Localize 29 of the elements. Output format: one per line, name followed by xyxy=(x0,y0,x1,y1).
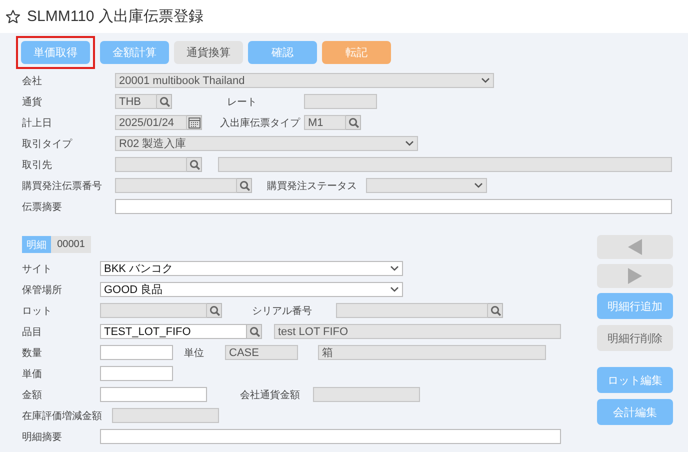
field-label: 取引タイプ xyxy=(21,138,74,150)
dropdown[interactable]: GOOD 良品 xyxy=(100,282,403,297)
field-label: サイト xyxy=(21,262,53,276)
input-field[interactable]: TEST_LOT_FIFO xyxy=(100,324,247,339)
field-label: 会社 xyxy=(21,74,43,88)
field-label: 購買発注ステータス xyxy=(267,180,358,192)
section-label: 明細 xyxy=(22,236,51,253)
field-label: 伝票摘要 xyxy=(21,200,63,214)
field-label: 保管場所 xyxy=(21,284,63,296)
field-label: レート xyxy=(227,96,258,108)
toolbar-button[interactable]: 通貨換算 xyxy=(174,41,243,64)
field-label: 計上日 xyxy=(21,116,53,130)
field-label: 品目 xyxy=(21,326,43,338)
field-label: 明細摘要 xyxy=(21,430,63,444)
field-label: シリアル番号 xyxy=(252,304,313,318)
field-label: 金額 xyxy=(21,388,43,402)
field-label: 単価 xyxy=(21,368,43,380)
field-label: 取引先 xyxy=(21,158,53,172)
window-title: SLMM110 入出庫伝票登録 xyxy=(27,7,204,26)
field-label: 通貨 xyxy=(21,96,43,108)
field-label: ロット xyxy=(21,304,53,318)
field-label: 単位 xyxy=(184,346,205,360)
field-label: 入出庫伝票タイプ xyxy=(220,116,302,130)
line-number: 00001 xyxy=(51,236,91,253)
dropdown[interactable]: BKK バンコク xyxy=(100,261,403,276)
field-label: 会社通貨金額 xyxy=(240,388,301,402)
field-label: 数量 xyxy=(21,346,43,360)
field-label: 在庫評価増減金額 xyxy=(21,410,103,422)
field-label: 購買発注伝票番号 xyxy=(21,180,103,192)
